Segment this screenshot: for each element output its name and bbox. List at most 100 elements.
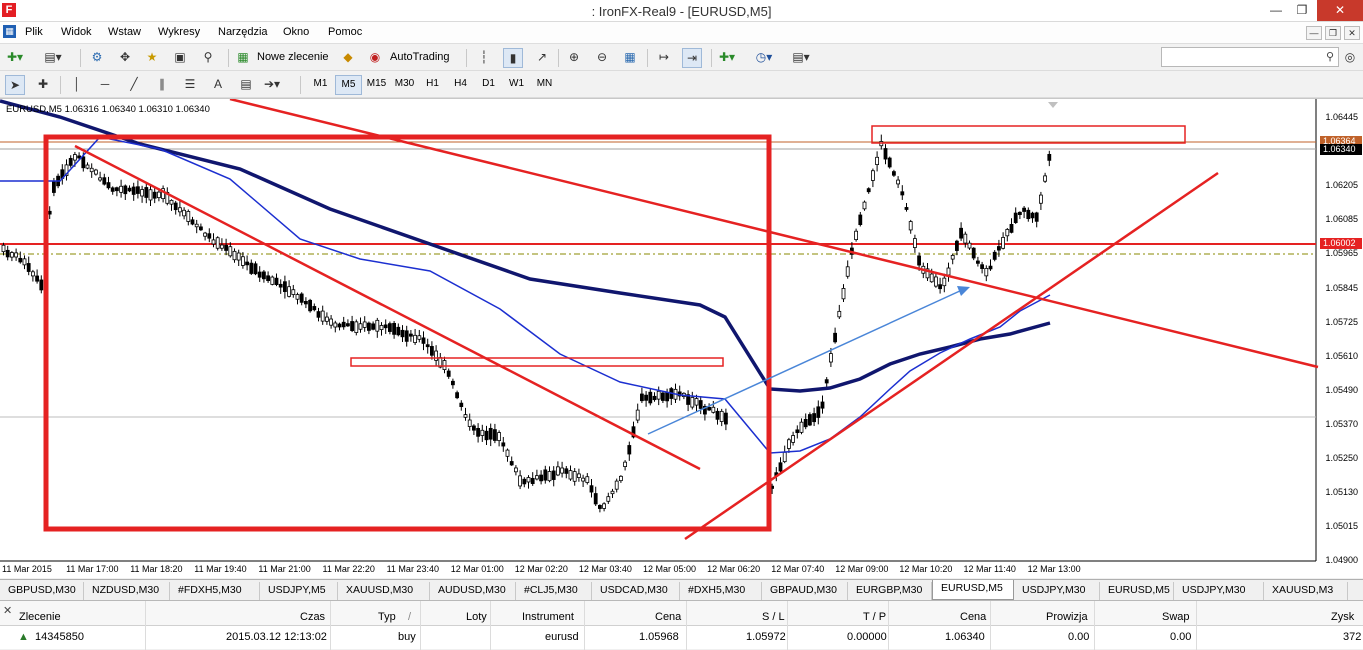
cursor-icon[interactable]: ➤: [5, 75, 25, 95]
new-chart-icon[interactable]: ✚▾: [5, 48, 25, 68]
navigator-icon[interactable]: ★: [142, 48, 162, 68]
col-sl[interactable]: S / L: [762, 611, 785, 623]
chart-window-icon[interactable]: ▦: [3, 25, 16, 38]
close-button[interactable]: ✕: [1317, 0, 1363, 21]
tab-usdcad-m30[interactable]: USDCAD,M30: [592, 582, 680, 600]
chart-shift-icon[interactable]: ↦: [654, 48, 674, 68]
line-chart-icon[interactable]: ↗: [532, 48, 552, 68]
menu-window[interactable]: Okno: [283, 26, 309, 38]
mdi-close-button[interactable]: ✕: [1344, 26, 1360, 40]
maximize-button[interactable]: ❐: [1288, 0, 1316, 21]
arrows-icon[interactable]: ➔▾: [262, 75, 282, 95]
crosshair-nav-icon[interactable]: ✥: [115, 48, 135, 68]
zoom-out-icon[interactable]: ⊖: [592, 48, 612, 68]
minimize-button[interactable]: —: [1262, 0, 1290, 21]
community-icon[interactable]: ◎: [1340, 48, 1360, 68]
tf-mn-button[interactable]: MN: [531, 75, 558, 95]
terminal-icon[interactable]: ▣: [170, 48, 190, 68]
tab-eurusd-m5[interactable]: EURUSD,M5: [1100, 582, 1174, 600]
tab-usdjpy-m30[interactable]: USDJPY,M30: [1014, 582, 1100, 600]
col-lots[interactable]: Loty: [466, 611, 487, 623]
col-order[interactable]: Zlecenie: [19, 611, 61, 623]
tf-m1-button[interactable]: M1: [307, 75, 334, 95]
menu-help[interactable]: Pomoc: [328, 26, 362, 38]
new-order-button[interactable]: Nowe zlecenie: [257, 51, 329, 63]
menu-tools[interactable]: Narzędzia: [218, 26, 268, 38]
menu-charts[interactable]: Wykresy: [158, 26, 200, 38]
tab-gbpusd-m30[interactable]: GBPUSD,M30: [0, 582, 84, 600]
candlestick-chart-icon[interactable]: ▮: [503, 48, 523, 68]
autotrading-button[interactable]: AutoTrading: [390, 51, 450, 63]
tab-gbpaud-m30[interactable]: GBPAUD,M30: [762, 582, 848, 600]
channel-icon[interactable]: ∥: [152, 75, 172, 95]
strategy-tester-icon[interactable]: ⚲: [198, 48, 218, 68]
periods-clock-icon[interactable]: ◷▾: [754, 48, 774, 68]
price-chart[interactable]: [0, 99, 1363, 579]
tf-m30-button[interactable]: M30: [391, 75, 418, 95]
indicators-icon[interactable]: ✚▾: [717, 48, 737, 68]
table-row[interactable]: ▲ 14345850 2015.03.12 12:13:02 buy eurus…: [0, 626, 1363, 648]
menu-file[interactable]: Plik: [25, 26, 43, 38]
zoom-in-icon[interactable]: ⊕: [564, 48, 584, 68]
text-tool-icon[interactable]: A: [208, 75, 228, 95]
candle-body: [1030, 212, 1035, 219]
menu-view[interactable]: Widok: [61, 26, 92, 38]
mdi-minimize-button[interactable]: —: [1306, 26, 1322, 40]
candle-body: [589, 485, 594, 493]
col-swap[interactable]: Swap: [1162, 611, 1190, 623]
trendline-icon[interactable]: ╱: [124, 75, 144, 95]
tf-h1-button[interactable]: H1: [419, 75, 446, 95]
tab-dxh5-m30[interactable]: #DXH5,M30: [680, 582, 762, 600]
tab-xauusd-m30[interactable]: XAUUSD,M30: [338, 582, 430, 600]
tf-m15-button[interactable]: M15: [363, 75, 390, 95]
tile-windows-icon[interactable]: ▦: [620, 48, 640, 68]
tab-usdjpy-m5[interactable]: USDJPY,M5: [260, 582, 338, 600]
tab-eurgbp-m30[interactable]: EURGBP,M30: [848, 582, 932, 600]
profiles-icon[interactable]: ▤▾: [43, 48, 63, 68]
metaeditor-icon[interactable]: ◆: [338, 48, 358, 68]
tf-w1-button[interactable]: W1: [503, 75, 530, 95]
tf-h4-button[interactable]: H4: [447, 75, 474, 95]
tab-eurusd-m5[interactable]: EURUSD,M5: [932, 580, 1014, 600]
candle-body: [904, 207, 909, 210]
tab-audusd-m30[interactable]: AUDUSD,M30: [430, 582, 516, 600]
col-profit[interactable]: Zysk: [1331, 611, 1354, 623]
tab-usdjpy-m30[interactable]: USDJPY,M30: [1174, 582, 1264, 600]
templates-icon[interactable]: ▤▾: [791, 48, 811, 68]
search-box[interactable]: ⚲: [1161, 47, 1339, 67]
text-label-icon[interactable]: ▤: [236, 75, 256, 95]
candle-body: [581, 477, 585, 482]
tab-xauusd-m3[interactable]: XAUUSD,M3: [1264, 582, 1348, 600]
market-watch-icon[interactable]: ⚙: [87, 48, 107, 68]
search-icon[interactable]: ⚲: [1326, 50, 1334, 63]
bar-chart-icon[interactable]: ┆: [474, 48, 494, 68]
tab-clj5-m30[interactable]: #CLJ5,M30: [516, 582, 592, 600]
tab-nzdusd-m30[interactable]: NZDUSD,M30: [84, 582, 170, 600]
col-time[interactable]: Czas: [300, 611, 325, 623]
col-tp[interactable]: T / P: [863, 611, 886, 623]
autotrading-icon[interactable]: ◉: [365, 48, 385, 68]
menu-insert[interactable]: Wstaw: [108, 26, 141, 38]
col-instrument[interactable]: Instrument: [522, 611, 574, 623]
tab-fdxh5-m30[interactable]: #FDXH5,M30: [170, 582, 260, 600]
candle-body: [135, 186, 140, 194]
vertical-line-icon[interactable]: │: [67, 75, 87, 95]
candle-body: [971, 247, 976, 259]
time-axis-label: 12 Mar 09:00: [835, 564, 889, 574]
horizontal-line-icon[interactable]: ─: [95, 75, 115, 95]
fibonacci-icon[interactable]: ☰: [180, 75, 200, 95]
autoscroll-icon[interactable]: ⇥: [682, 48, 702, 68]
col-price[interactable]: Cena: [655, 611, 681, 623]
search-input[interactable]: [1162, 48, 1312, 66]
col-price2[interactable]: Cena: [960, 611, 986, 623]
candle-body: [841, 288, 846, 300]
mdi-restore-button[interactable]: ❐: [1325, 26, 1341, 40]
close-panel-icon[interactable]: ✕: [3, 604, 12, 617]
new-order-icon[interactable]: ▦: [233, 48, 253, 68]
tf-m5-button[interactable]: M5: [335, 75, 362, 95]
col-commission[interactable]: Prowizja: [1046, 611, 1088, 623]
chart-window[interactable]: EURUSD,M5 1.06316 1.06340 1.06310 1.0634…: [0, 98, 1363, 578]
tf-d1-button[interactable]: D1: [475, 75, 502, 95]
crosshair-icon[interactable]: ✚: [33, 75, 53, 95]
col-type[interactable]: Typ: [378, 611, 396, 623]
